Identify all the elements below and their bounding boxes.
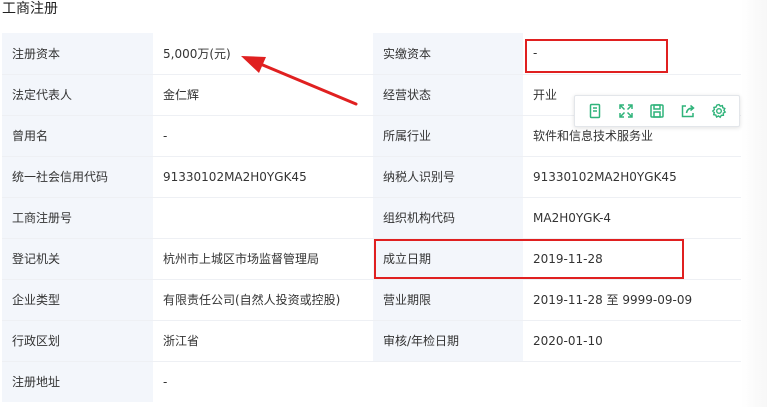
field-value: - xyxy=(523,33,741,75)
field-value xyxy=(153,197,373,239)
field-value: 91330102MA2H0YGK45 xyxy=(523,156,741,198)
table-row: 登记机关 杭州市上城区市场监督管理局 成立日期 2019-11-28 xyxy=(2,238,741,280)
field-value: 5,000万(元) xyxy=(153,33,373,75)
field-value: 2020-01-10 xyxy=(523,320,741,362)
table-row: 注册资本 5,000万(元) 实缴资本 - xyxy=(2,33,741,75)
field-label: 行政区划 xyxy=(2,320,153,362)
table-row: 注册地址 - xyxy=(2,361,741,402)
copy-button[interactable] xyxy=(584,100,606,122)
field-label: 营业期限 xyxy=(373,279,523,321)
field-value: 91330102MA2H0YGK45 xyxy=(153,156,373,198)
copy-icon xyxy=(589,103,600,119)
field-label: 企业类型 xyxy=(2,279,153,321)
share-button[interactable] xyxy=(677,100,699,122)
field-value: 金仁辉 xyxy=(153,74,373,116)
field-value: 2019-11-28 xyxy=(523,238,741,280)
field-value: - xyxy=(153,115,373,157)
field-label: 注册地址 xyxy=(2,361,153,402)
field-value: 有限责任公司(自然人投资或控股) xyxy=(153,279,373,321)
table-row: 行政区划 浙江省 审核/年检日期 2020-01-10 xyxy=(2,320,741,362)
field-label: 所属行业 xyxy=(373,115,523,157)
field-value: MA2H0YGK-4 xyxy=(523,197,741,239)
field-label: 统一社会信用代码 xyxy=(2,156,153,198)
field-value: 杭州市上城区市场监督管理局 xyxy=(153,238,373,280)
settings-icon xyxy=(712,103,727,119)
business-registration-table: 注册资本 5,000万(元) 实缴资本 - 法定代表人 金仁辉 经营状态 开业 … xyxy=(2,33,741,402)
field-label: 登记机关 xyxy=(2,238,153,280)
field-label: 法定代表人 xyxy=(2,74,153,116)
section-title: 工商注册 xyxy=(2,1,58,17)
save-icon xyxy=(650,104,664,118)
page-edge xyxy=(741,0,767,407)
field-value: 2019-11-28 至 9999-09-09 xyxy=(523,279,741,321)
save-button[interactable] xyxy=(646,100,668,122)
floating-toolbar xyxy=(574,95,740,127)
expand-icon xyxy=(619,104,633,118)
field-label: 实缴资本 xyxy=(373,33,523,75)
field-value: 浙江省 xyxy=(153,320,373,362)
field-label: 成立日期 xyxy=(373,238,523,280)
settings-button[interactable] xyxy=(708,100,730,122)
expand-button[interactable] xyxy=(615,100,637,122)
field-label: 纳税人识别号 xyxy=(373,156,523,198)
field-label: 注册资本 xyxy=(2,33,153,75)
field-label: 组织机构代码 xyxy=(373,197,523,239)
table-row: 工商注册号 组织机构代码 MA2H0YGK-4 xyxy=(2,197,741,239)
field-label: 曾用名 xyxy=(2,115,153,157)
field-value: - xyxy=(153,361,741,402)
table-row: 企业类型 有限责任公司(自然人投资或控股) 营业期限 2019-11-28 至 … xyxy=(2,279,741,321)
share-icon xyxy=(681,104,695,118)
field-label: 工商注册号 xyxy=(2,197,153,239)
field-label: 审核/年检日期 xyxy=(373,320,523,362)
field-label: 经营状态 xyxy=(373,74,523,116)
table-row: 统一社会信用代码 91330102MA2H0YGK45 纳税人识别号 91330… xyxy=(2,156,741,198)
